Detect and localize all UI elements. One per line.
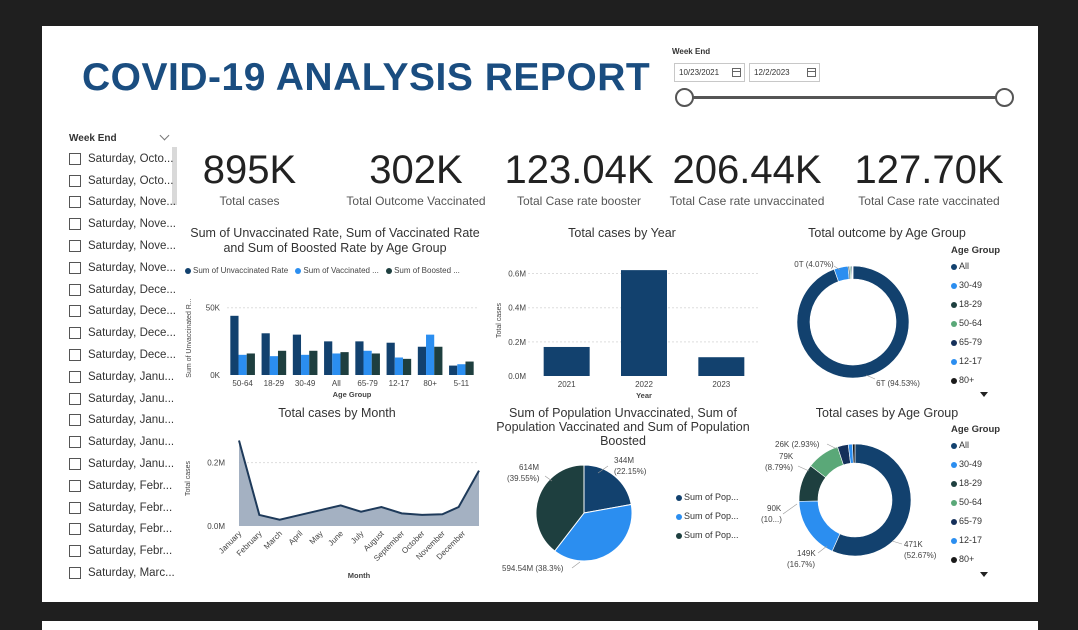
data-label: 614M <box>519 463 539 472</box>
bar <box>363 350 372 375</box>
bar <box>394 357 403 375</box>
bar <box>301 354 310 375</box>
bar <box>417 346 427 375</box>
data-label: 149K <box>797 549 816 558</box>
data-label: (39.55%) <box>507 474 540 483</box>
bar <box>355 341 364 375</box>
bar <box>332 353 341 375</box>
data-label: 344M <box>614 456 634 465</box>
charts-layer: 50K 0K Sum of Unvaccinated R... 50-64 18-29 3… <box>185 260 937 580</box>
x-tick-label: June <box>326 529 345 548</box>
x-tick-label: 30-49 <box>295 379 316 388</box>
x-tick-label: 12-17 <box>389 379 410 388</box>
x-tick-label: 2021 <box>558 380 576 389</box>
y-tick-label: 0.2M <box>207 459 225 468</box>
y-tick-label: 0K <box>210 371 220 380</box>
data-label: (8.79%) <box>765 463 793 472</box>
x-tick-label: 18-29 <box>264 379 285 388</box>
bar <box>426 334 435 375</box>
x-tick-label: April <box>287 529 305 547</box>
y-tick-label: 0.6M <box>508 270 526 279</box>
bar <box>457 364 466 375</box>
bar <box>261 333 270 375</box>
bar <box>449 365 458 375</box>
bar <box>698 357 745 376</box>
bar <box>277 350 287 375</box>
x-tick-label: 50-64 <box>232 379 253 388</box>
bar <box>386 342 395 375</box>
bar <box>371 353 380 375</box>
data-label: (10...) <box>761 515 782 524</box>
leader-line <box>782 503 798 515</box>
leader-line <box>797 465 810 472</box>
bar <box>465 361 474 375</box>
bar <box>621 270 667 376</box>
x-axis-label: Age Group <box>333 390 372 399</box>
next-page-strip <box>42 621 1038 630</box>
data-label: 471K <box>904 540 923 549</box>
x-tick-label: All <box>332 379 341 388</box>
x-tick-label: May <box>308 529 325 546</box>
leader-line <box>865 374 876 380</box>
x-tick-label: 2023 <box>712 380 730 389</box>
y-tick-label: 50K <box>206 304 221 313</box>
bar <box>324 341 333 375</box>
bar <box>434 346 443 375</box>
slice <box>798 500 841 552</box>
y-axis-label: Total cases <box>185 460 192 496</box>
x-tick-label: 80+ <box>423 379 437 388</box>
leader-line <box>891 540 903 545</box>
bar <box>230 315 239 375</box>
x-tick-label: 65-79 <box>357 379 378 388</box>
leader-line <box>571 561 581 569</box>
bar <box>269 356 278 375</box>
leader-line <box>817 545 828 554</box>
series-line <box>238 440 480 521</box>
bar <box>246 353 255 375</box>
bar <box>309 350 318 375</box>
data-label: 6T (94.53%) <box>876 379 920 388</box>
slice <box>852 265 854 280</box>
x-axis-label: Year <box>636 391 652 400</box>
data-label: 0T (4.07%) <box>794 260 834 269</box>
data-label: (16.7%) <box>787 560 815 569</box>
y-axis-label: Total cases <box>496 302 503 338</box>
y-tick-label: 0.4M <box>508 304 526 313</box>
x-tick-label: 2022 <box>635 380 653 389</box>
x-tick-label: July <box>349 529 365 545</box>
slice <box>796 265 910 379</box>
bar <box>340 352 349 375</box>
data-label: 90K <box>767 504 782 513</box>
bar <box>543 346 590 376</box>
data-label: 26K (2.93%) <box>775 440 820 449</box>
bar <box>292 334 302 375</box>
y-tick-label: 0.0M <box>207 522 225 531</box>
data-label: 79K <box>779 452 794 461</box>
y-axis-label: Sum of Unvaccinated R... <box>186 298 193 377</box>
x-tick-label: March <box>262 529 284 551</box>
x-tick-label: 5-11 <box>454 379 470 388</box>
data-label: (52.67%) <box>904 551 937 560</box>
data-label: (22.15%) <box>614 467 647 476</box>
bar <box>402 358 412 375</box>
x-axis-label: Month <box>348 571 371 580</box>
report-canvas: COVID-19 ANALYSIS REPORT Week End 10/23/… <box>42 26 1038 602</box>
leader-line <box>826 443 838 450</box>
y-tick-label: 0.2M <box>508 338 526 347</box>
bar <box>238 354 247 375</box>
y-tick-label: 0.0M <box>508 372 526 381</box>
data-label: 594.54M (38.3%) <box>502 564 564 573</box>
